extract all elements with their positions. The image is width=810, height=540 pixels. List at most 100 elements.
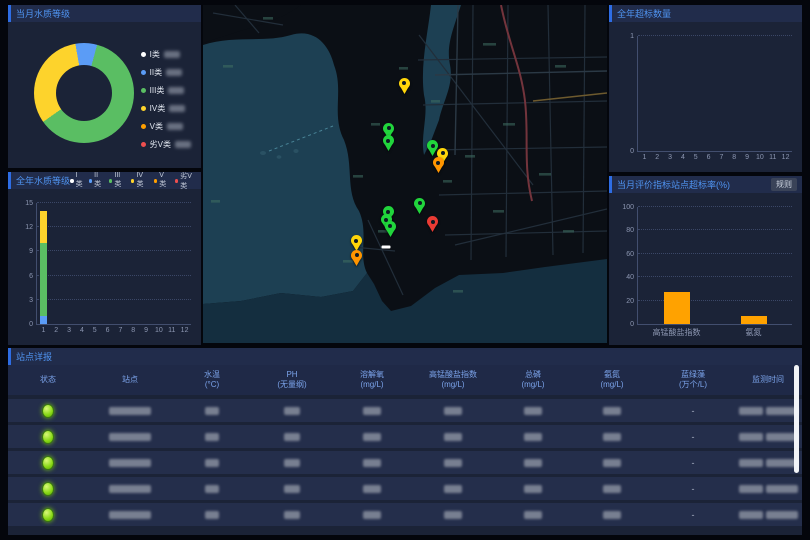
y-tick-label: 60: [614, 251, 634, 258]
panel-month-exceed-rate: 当月评价指标站点超标率(%) 规则 020406080100高锰酸盐指数氨氮: [609, 176, 802, 345]
y-tick-label: 0: [614, 321, 634, 328]
pin-hole: [402, 81, 406, 85]
map-pin-green[interactable]: [384, 221, 397, 238]
legend-item[interactable]: II类: [141, 67, 191, 78]
redacted-value: [739, 511, 763, 519]
x-tick-label: 3: [67, 327, 71, 334]
legend-value-redacted: [169, 105, 185, 112]
legend-dot: [141, 106, 146, 111]
table-row[interactable]: -: [8, 399, 802, 422]
map-pin-orange[interactable]: [432, 157, 445, 174]
table-cell: [172, 407, 252, 415]
legend-item[interactable]: II类: [89, 172, 104, 189]
pin-hole: [355, 253, 359, 257]
x-tick-label: 10: [155, 327, 163, 334]
x-tick-label: 11: [168, 327, 175, 334]
redacted-value: [524, 511, 542, 519]
legend-item[interactable]: III类: [109, 172, 126, 189]
legend-item[interactable]: I类: [141, 49, 191, 60]
redacted-value: [284, 459, 300, 467]
x-tick-label: 9: [144, 327, 148, 334]
panel-header: 全年超标数量: [609, 5, 802, 22]
map-pin-red[interactable]: [426, 216, 439, 233]
y-tick-label: 3: [13, 297, 33, 304]
bar-segment: [40, 243, 47, 316]
gridline: [37, 250, 191, 251]
map-pin-green[interactable]: [413, 198, 426, 215]
legend-item[interactable]: III类: [141, 85, 191, 96]
legend-item[interactable]: 劣V类: [175, 172, 197, 191]
table-cell: -: [652, 510, 734, 520]
gridline: [638, 300, 792, 301]
x-tick-label: 4: [80, 327, 84, 334]
x-tick-label: 6: [707, 154, 711, 161]
column-header: 站点: [88, 365, 172, 395]
table-scrollbar[interactable]: [794, 365, 799, 473]
legend-item[interactable]: IV类: [131, 172, 149, 189]
redacted-value: [109, 407, 151, 415]
redacted-value: [363, 485, 381, 493]
x-tick-label: 2: [54, 327, 58, 334]
column-header-line2: (无量纲): [277, 380, 306, 390]
redacted-value: [109, 485, 151, 493]
legend-label: IV类: [136, 172, 148, 189]
legend-item[interactable]: 劣V类: [141, 139, 191, 150]
table-row[interactable]: -: [8, 477, 802, 500]
redacted-value: [284, 433, 300, 441]
legend-item[interactable]: IV类: [141, 103, 191, 114]
legend-dot: [141, 142, 146, 147]
redacted-value: [444, 407, 462, 415]
column-header: 蓝绿藻(万个/L): [652, 365, 734, 395]
table-cell: [494, 459, 572, 467]
status-indicator: [42, 404, 54, 418]
table-row[interactable]: -: [8, 503, 802, 526]
selected-marker-dash: [382, 246, 391, 249]
legend-item[interactable]: I类: [70, 172, 84, 189]
table-cell: [572, 511, 652, 519]
gridline: [638, 35, 792, 36]
legend-label: V类: [159, 172, 169, 189]
legend-dot: [154, 179, 158, 183]
table-cell: [332, 511, 412, 519]
y-tick-label: 0: [614, 148, 634, 155]
table-row[interactable]: -: [8, 451, 802, 474]
accent-bar: [8, 5, 11, 22]
y-tick-label: 40: [614, 274, 634, 281]
water-quality-dashboard: 当月水质等级 I类II类III类IV类V类劣V类 全年水质等级 I类II类III…: [0, 0, 810, 540]
panel-annual-exceed: 全年超标数量 01123456789101112: [609, 5, 802, 172]
legend-item[interactable]: V类: [154, 172, 170, 189]
x-tick-label: 2: [655, 154, 659, 161]
table-cell: [494, 485, 572, 493]
legend-value-redacted: [167, 123, 183, 130]
map-pin-yellow[interactable]: [398, 78, 411, 95]
gridline: [638, 206, 792, 207]
pin-hole: [418, 201, 422, 205]
legend-item[interactable]: V类: [141, 121, 191, 132]
pin-tail: [429, 225, 437, 236]
legend-value-redacted: [166, 69, 182, 76]
table-cell: -: [652, 484, 734, 494]
map-pin-green[interactable]: [382, 135, 395, 152]
accent-bar: [609, 5, 612, 22]
map-pin-orange[interactable]: [350, 250, 363, 267]
pin-tail: [400, 87, 408, 98]
table-cell: [494, 433, 572, 441]
legend-dot: [141, 52, 146, 57]
pin-tail: [434, 166, 442, 177]
table-cell: [88, 485, 172, 493]
table-cell: [88, 511, 172, 519]
table-cell: [494, 407, 572, 415]
map[interactable]: [203, 5, 607, 343]
panel-month-quality: 当月水质等级 I类II类III类IV类V类劣V类: [8, 5, 201, 168]
table-cell: [8, 508, 88, 522]
table-row[interactable]: -: [8, 425, 802, 448]
bar-segment: [40, 316, 47, 324]
panel-title: 站点详报: [16, 350, 52, 363]
y-tick-label: 1: [614, 33, 634, 40]
table-cell: [572, 433, 652, 441]
redacted-value: [284, 511, 300, 519]
algae-value: -: [692, 406, 695, 416]
redacted-value: [205, 407, 219, 415]
x-tick-label: 1: [642, 154, 646, 161]
rules-button[interactable]: 规则: [771, 178, 797, 191]
